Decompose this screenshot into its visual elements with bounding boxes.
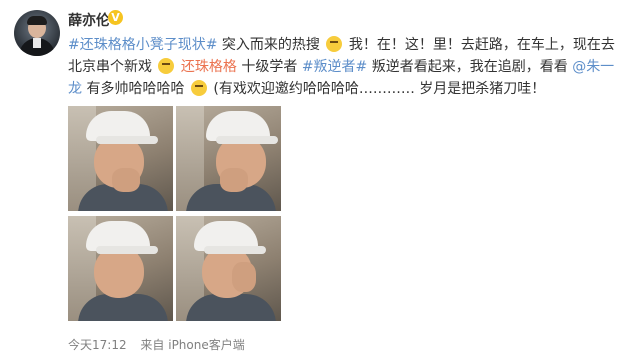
content-text: (有戏欢迎邀约哈哈哈哈………… 岁月是把杀猪刀哇！	[213, 81, 546, 97]
hashtag-link[interactable]: #叛逆者#	[302, 59, 367, 75]
photo-thumbnail[interactable]	[68, 216, 173, 321]
hand	[220, 168, 248, 192]
hand	[232, 262, 256, 292]
verified-badge-icon: V	[108, 10, 123, 25]
post-content: #还珠格格小凳子现状# 突入而来的热搜 我！在！这！里！去赶路，在车上，现在去北…	[68, 34, 628, 100]
cap-brim	[204, 246, 266, 254]
content-text: 有多帅哈哈哈哈	[86, 81, 185, 97]
emoji-icon	[158, 58, 175, 74]
avatar-collar	[33, 38, 41, 48]
cap-brim	[96, 246, 158, 254]
shirt	[186, 294, 276, 321]
avatar[interactable]	[14, 10, 60, 56]
shirt	[78, 294, 168, 321]
content-text: 突入而来的热搜	[221, 37, 320, 53]
photo-thumbnail[interactable]	[176, 106, 281, 211]
photo-thumbnail[interactable]	[68, 106, 173, 211]
content-text: 十级学者	[241, 59, 298, 75]
hashtag-link[interactable]: #还珠格格小凳子现状#	[68, 37, 217, 53]
hashtag-link[interactable]: 还珠格格	[181, 59, 237, 75]
photo-thumbnail[interactable]	[176, 216, 281, 321]
emoji-icon	[190, 80, 207, 96]
cap-brim	[216, 136, 278, 144]
avatar-hair	[27, 16, 47, 25]
post-source[interactable]: 来自 iPhone客户端	[140, 338, 244, 352]
post-time[interactable]: 今天17:12	[68, 338, 127, 352]
hand	[112, 168, 140, 192]
content-text: 叛逆者看起来，我在追剧，看看	[371, 59, 568, 75]
post-meta: 今天17:12 来自 iPhone客户端	[68, 336, 255, 353]
emoji-icon	[326, 36, 343, 52]
author-name[interactable]: 薛亦伦	[68, 10, 110, 30]
cap-brim	[96, 136, 158, 144]
